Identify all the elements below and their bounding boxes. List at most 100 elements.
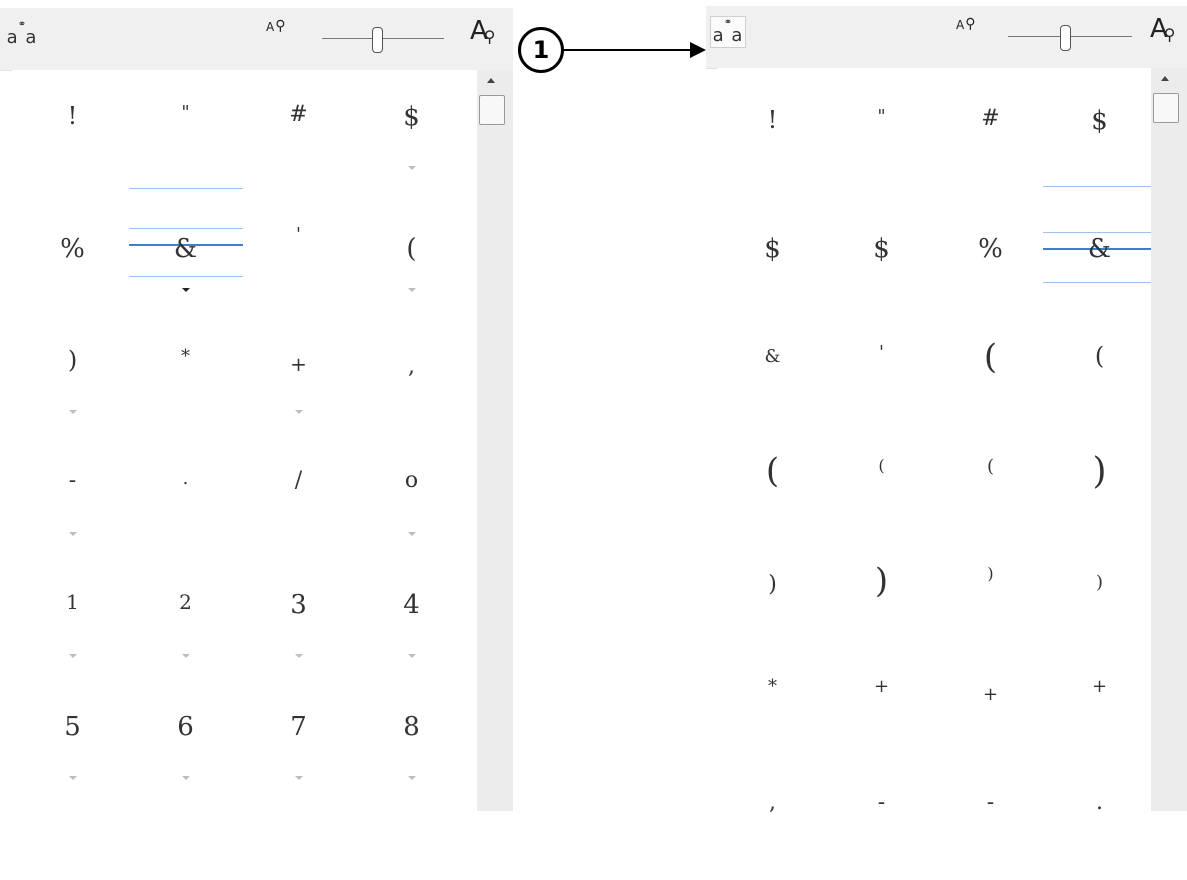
glyph-cell[interactable]: . xyxy=(1045,766,1154,880)
glyph-cell[interactable]: 6 xyxy=(129,690,242,812)
scroll-up-icon[interactable] xyxy=(487,78,495,83)
glyph-cell[interactable]: ( xyxy=(936,310,1045,424)
glyph-cell[interactable]: # xyxy=(936,82,1045,196)
glyph-cell[interactable]: ( xyxy=(718,424,827,538)
glyph-cell[interactable]: ) xyxy=(827,538,936,652)
alternates-indicator-icon[interactable] xyxy=(407,288,416,292)
glyph-cell[interactable]: % xyxy=(16,202,129,324)
glyph-cell[interactable]: & xyxy=(1045,196,1154,310)
glyphs-panel-right: ⚭ a a A ⚲ A ⚲ ! " # $ $ $% & & '((((())))) * + + +, - -. xyxy=(706,0,1187,814)
glyph-cell[interactable]: ) xyxy=(16,324,129,446)
glyph-char: 1 xyxy=(66,590,79,614)
zoom-in-button[interactable]: A ⚲ xyxy=(470,16,496,46)
glyph-cell[interactable]: 3 xyxy=(242,568,355,690)
vertical-scrollbar[interactable] xyxy=(477,70,513,811)
glyph-cell[interactable]: ) xyxy=(936,538,1045,652)
glyph-cell[interactable]: + xyxy=(936,652,1045,766)
glyphs-panel-left: ⚭ a a A ⚲ A ⚲ ! " # $% & '() * +, -. / o 1 2 3 4 5 6 7 8 xyxy=(0,0,513,811)
alternates-indicator-icon[interactable] xyxy=(407,166,416,170)
glyph-cell[interactable]: 7 xyxy=(242,690,355,812)
glyph-cell[interactable]: $ xyxy=(1045,82,1154,196)
glyph-char: $ xyxy=(764,234,781,264)
glyph-cell[interactable]: ( xyxy=(936,424,1045,538)
alternates-indicator-icon[interactable] xyxy=(294,776,303,780)
glyph-cell[interactable]: ( xyxy=(827,424,936,538)
glyph-cell[interactable]: + xyxy=(1045,652,1154,766)
glyph-cell[interactable]: / xyxy=(242,446,355,568)
glyph-cell[interactable]: 2 xyxy=(129,568,242,690)
glyph-cell[interactable]: " xyxy=(827,82,936,196)
alternate-glyphs-button[interactable]: ⚭ a a xyxy=(710,16,746,48)
glyph-cell[interactable]: ( xyxy=(355,202,468,324)
glyph-cell[interactable]: ) xyxy=(1045,538,1154,652)
glyph-cell[interactable]: * xyxy=(718,652,827,766)
glyph-cell[interactable]: ' xyxy=(242,202,355,324)
glyph-cell[interactable]: o xyxy=(355,446,468,568)
vertical-scrollbar[interactable] xyxy=(1151,68,1187,811)
alternates-indicator-icon[interactable] xyxy=(181,776,190,780)
glyph-char: ( xyxy=(983,337,998,377)
glyph-cell[interactable]: + xyxy=(242,324,355,446)
alternates-indicator-icon[interactable] xyxy=(181,288,190,292)
glyph-char: 4 xyxy=(403,590,420,620)
glyph-cell[interactable]: # xyxy=(242,80,355,202)
alternates-indicator-icon[interactable] xyxy=(294,410,303,414)
glyph-cell[interactable]: * xyxy=(129,324,242,446)
glyph-cell[interactable]: - xyxy=(827,766,936,880)
glyph-cell[interactable]: 8 xyxy=(355,690,468,812)
zoom-slider-thumb[interactable] xyxy=(1060,25,1071,51)
glyph-cell[interactable]: 4 xyxy=(355,568,468,690)
glyph-char: o xyxy=(404,468,419,493)
glyph-cell[interactable]: % xyxy=(936,196,1045,310)
alternates-indicator-icon[interactable] xyxy=(181,654,190,658)
alternates-indicator-icon[interactable] xyxy=(294,654,303,658)
alternate-glyphs-button[interactable]: ⚭ a a xyxy=(4,18,40,50)
glyph-cell[interactable]: 1 xyxy=(16,568,129,690)
zoom-in-button[interactable]: A ⚲ xyxy=(1150,14,1176,44)
zoom-slider-track xyxy=(322,38,444,39)
glyph-char: 7 xyxy=(290,712,307,742)
glyph-char: ) xyxy=(1092,451,1107,492)
glyph-cell[interactable]: + xyxy=(827,652,936,766)
glyph-cell[interactable]: $ xyxy=(827,196,936,310)
alternates-indicator-icon[interactable] xyxy=(407,654,416,658)
glyph-cell[interactable]: ) xyxy=(1045,424,1154,538)
glyph-cell[interactable]: , xyxy=(355,324,468,446)
zoom-out-button[interactable]: A ⚲ xyxy=(266,18,285,34)
zoom-slider-thumb[interactable] xyxy=(372,27,383,53)
glyph-cell[interactable]: & xyxy=(718,310,827,424)
glyph-char: & xyxy=(173,234,198,264)
glyph-cell[interactable]: ' xyxy=(827,310,936,424)
alternates-indicator-icon[interactable] xyxy=(407,532,416,536)
zoom-out-letter: A xyxy=(266,20,275,34)
glyph-char: % xyxy=(978,234,1003,264)
scroll-up-icon[interactable] xyxy=(1161,76,1169,81)
alternates-indicator-icon[interactable] xyxy=(68,532,77,536)
zoom-slider[interactable] xyxy=(322,24,444,54)
glyph-cell[interactable]: ! xyxy=(16,80,129,202)
zoom-out-button[interactable]: A ⚲ xyxy=(956,16,975,32)
glyph-cell[interactable]: $ xyxy=(718,196,827,310)
glyph-cell[interactable]: $ xyxy=(355,80,468,202)
alternates-indicator-icon[interactable] xyxy=(68,654,77,658)
glyph-cell[interactable]: ( xyxy=(1045,310,1154,424)
glyph-grid: ! " # $% & ' () * +, -. / o 1 2 3 4 5 6 7 8 xyxy=(12,70,477,811)
glyph-cell[interactable]: 5 xyxy=(16,690,129,812)
scrollbar-thumb[interactable] xyxy=(1153,93,1179,123)
zoom-slider[interactable] xyxy=(1008,22,1132,52)
glyph-cell[interactable]: - xyxy=(936,766,1045,880)
alternates-indicator-icon[interactable] xyxy=(68,410,77,414)
glyph-cell[interactable]: , xyxy=(718,766,827,880)
alternates-indicator-icon[interactable] xyxy=(407,776,416,780)
glyph-cell[interactable]: " xyxy=(129,80,242,202)
glyph-cell[interactable]: - xyxy=(16,446,129,568)
glyph-char: # xyxy=(981,106,1000,131)
glyph-char: ! xyxy=(67,102,78,130)
glyph-cell[interactable]: ) xyxy=(718,538,827,652)
glyph-cell[interactable]: & xyxy=(129,202,242,324)
glyph-char: ) xyxy=(874,561,889,601)
scrollbar-thumb[interactable] xyxy=(479,95,505,125)
glyph-cell[interactable]: ! xyxy=(718,82,827,196)
glyph-cell[interactable]: . xyxy=(129,446,242,568)
alternates-indicator-icon[interactable] xyxy=(68,776,77,780)
